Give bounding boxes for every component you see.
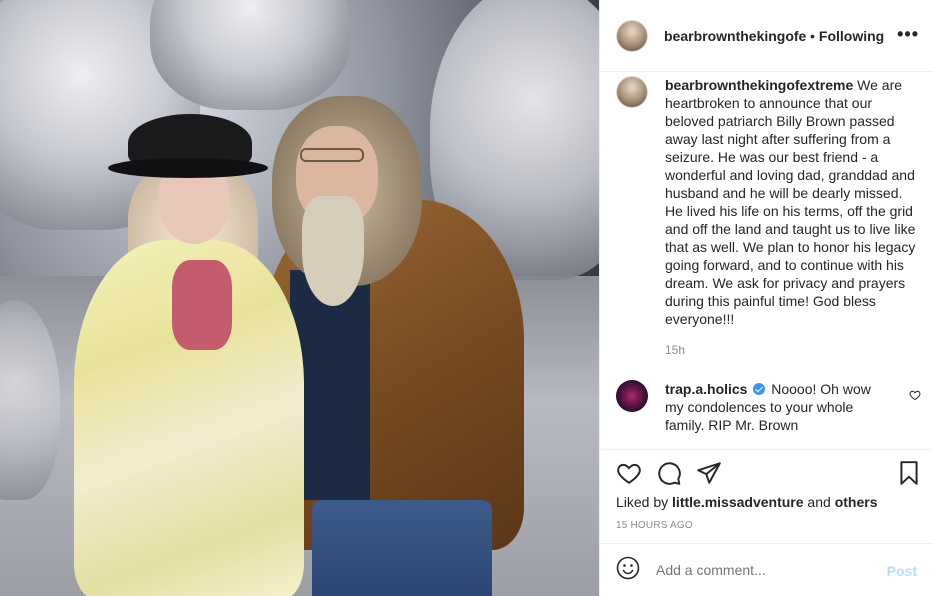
comment-icon[interactable] [656,460,682,491]
caption: bearbrownthekingofextreme We are heartbr… [616,76,921,357]
avatar[interactable] [616,19,648,52]
comment-username[interactable]: trap.a.holics [665,381,747,397]
man-jeans [312,500,492,596]
post-side-panel: bearbrownthekingofextreme • Following ••… [599,0,932,596]
verified-badge-icon [753,383,766,395]
liked-by-prefix: Liked by [616,494,673,510]
avatar[interactable] [616,380,648,412]
share-icon[interactable] [696,460,722,491]
avatar[interactable] [616,76,648,108]
post-button[interactable]: Post [887,563,917,579]
caption-username[interactable]: bearbrownthekingofextreme [665,77,853,93]
instagram-post: bearbrownthekingofextreme • Following ••… [0,0,932,596]
separator-dot: • [810,27,815,44]
post-photo[interactable] [0,0,599,596]
man-beard [302,196,364,306]
following-button[interactable]: Following [819,28,884,44]
bookmark-icon[interactable] [896,460,922,491]
post-timeago[interactable]: 15 HOURS AGO [616,520,693,531]
liked-by-user[interactable]: little.missadventure [672,494,804,510]
actions-area: Liked by little.missadventure and others… [600,449,932,531]
post-header: bearbrownthekingofextreme • Following ••… [600,0,932,72]
caption-body: bearbrownthekingofextreme We are heartbr… [665,76,919,328]
caption-text: We are heartbroken to announce that our … [665,77,916,327]
action-bar [616,460,921,488]
woman-scarf [172,260,232,350]
comment-input[interactable] [656,562,866,578]
snowy-tree [150,0,350,110]
add-comment-bar: Post [600,543,932,596]
woman-hat-brim [108,158,268,178]
liked-by-others[interactable]: others [835,494,878,510]
man-glasses [300,148,364,162]
comment: trap.a.holics Noooo! Oh wow my condolenc… [616,380,921,434]
heart-icon[interactable] [616,460,642,491]
comment-body: trap.a.holics Noooo! Oh wow my condolenc… [665,380,889,434]
more-options-icon[interactable]: ••• [897,24,919,45]
emoji-icon[interactable] [616,556,640,585]
caption-timestamp[interactable]: 15h [665,343,685,357]
liked-by: Liked by little.missadventure and others [616,494,877,510]
comment-like-heart-icon[interactable] [909,388,921,406]
header-username[interactable]: bearbrownthekingofextreme [664,28,806,44]
liked-by-middle: and [803,494,835,510]
